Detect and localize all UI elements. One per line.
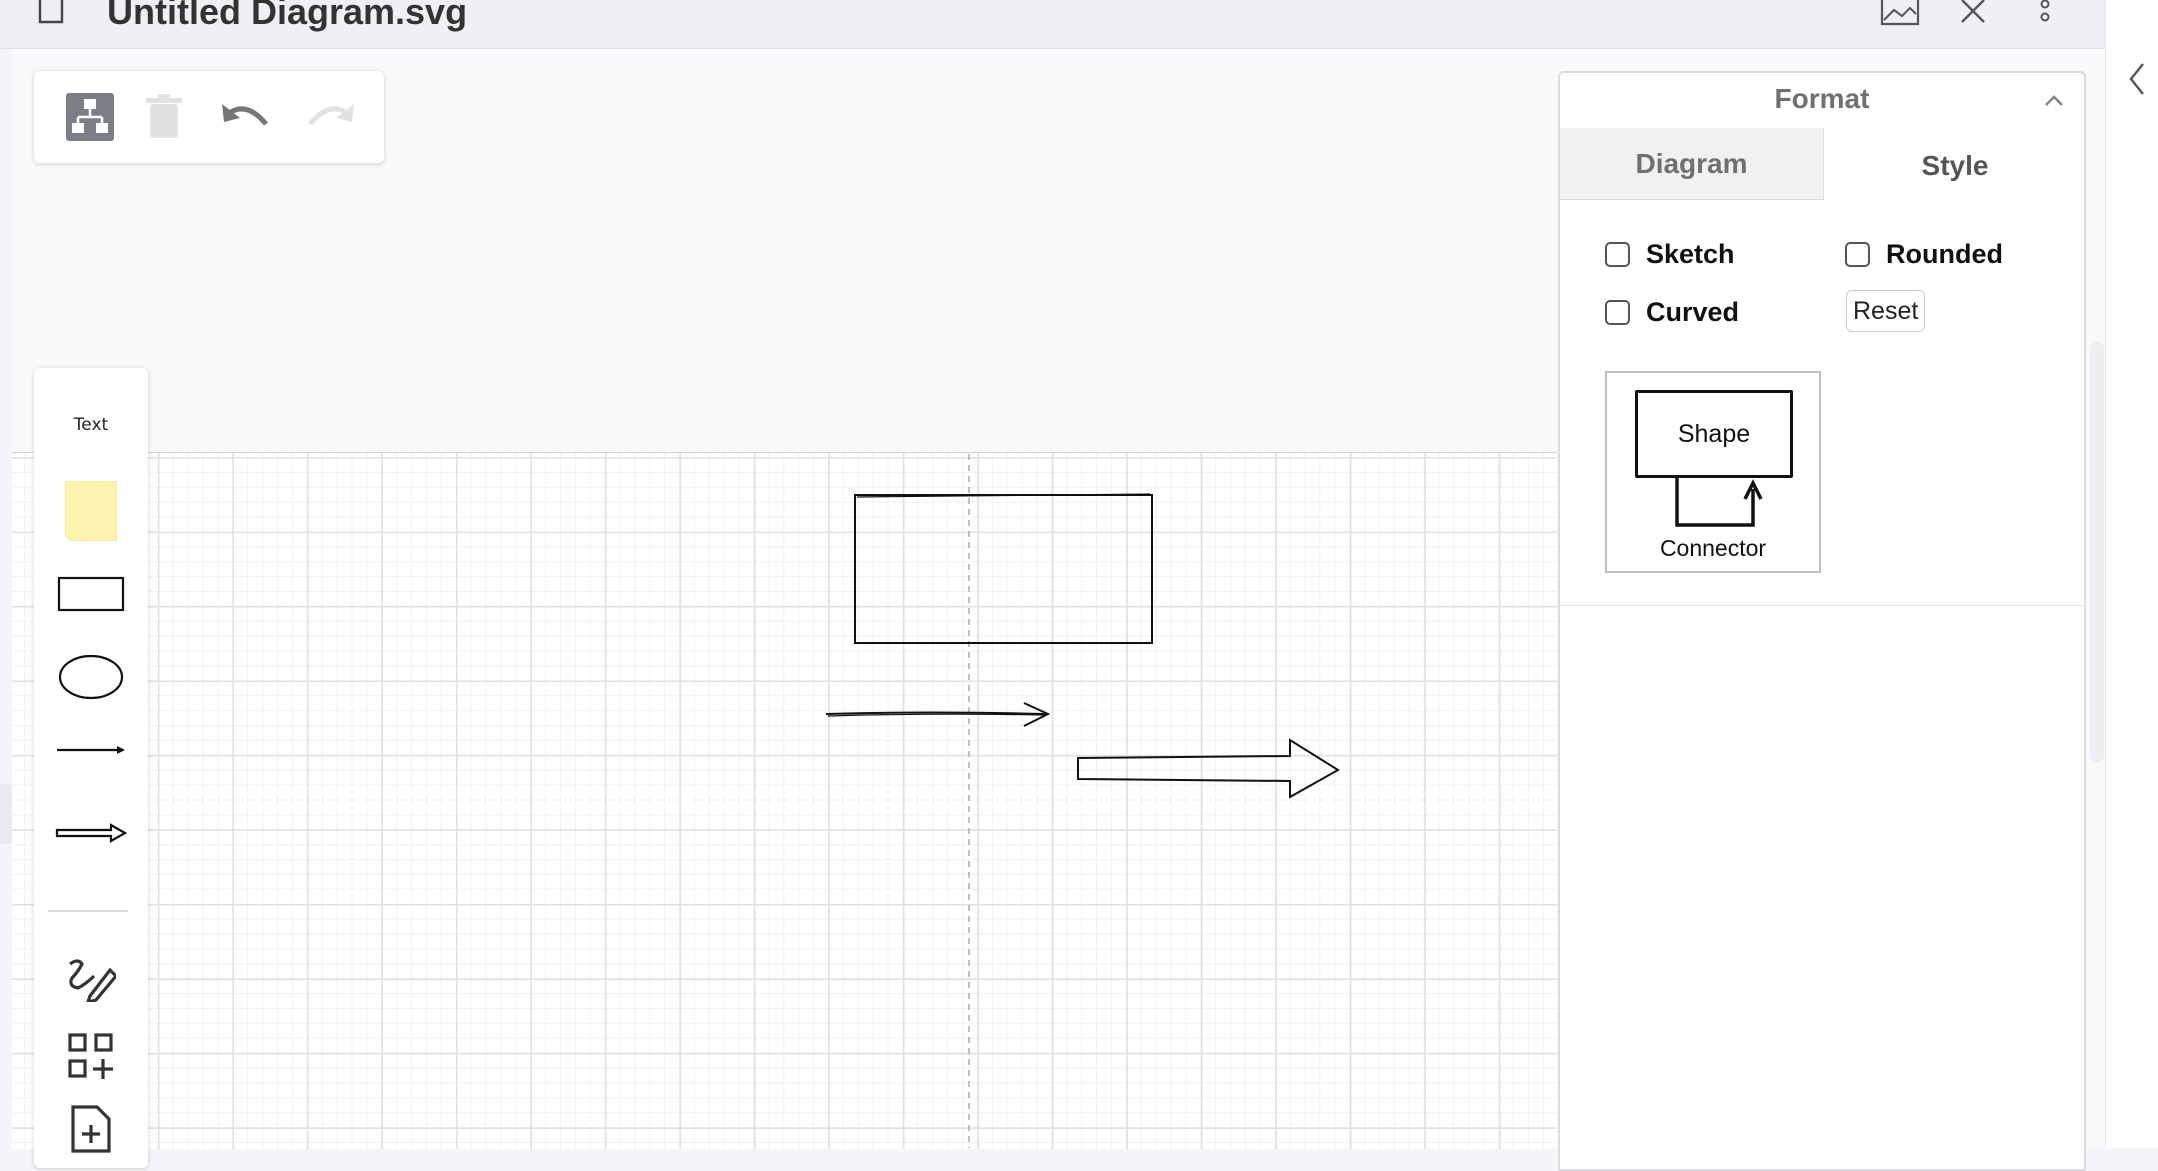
delete-button[interactable] (136, 89, 192, 145)
arrow-tool[interactable] (34, 820, 148, 846)
reset-button[interactable]: Reset (1846, 290, 1926, 332)
redo-icon (308, 104, 354, 126)
delete-icon (146, 94, 182, 138)
text-tool[interactable]: Text (34, 410, 148, 440)
tab-style[interactable]: Style (1824, 128, 2086, 202)
rectangle-tool[interactable] (34, 574, 148, 614)
shape-palette: Text (34, 368, 148, 1168)
insert-page-icon (71, 1105, 111, 1153)
style-preview[interactable]: Shape Connector (1605, 371, 1821, 573)
window-title: Untitled Diagram.svg (107, 0, 468, 32)
note-icon (65, 481, 117, 541)
title-bar: Untitled Diagram.svg (0, 0, 2105, 49)
ellipse-tool[interactable] (34, 652, 148, 702)
preview-connector-label: Connector (1659, 535, 1767, 561)
curved-option[interactable]: Curved (1605, 297, 1739, 328)
format-tabs: Diagram Style (1560, 128, 2084, 202)
tab-diagram[interactable]: Diagram (1560, 128, 1824, 200)
sketch-option[interactable]: Sketch (1605, 239, 1735, 270)
undo-icon (222, 104, 268, 126)
format-panel-title: Format (1774, 83, 1870, 114)
redo-button[interactable] (302, 89, 358, 145)
curved-label: Curved (1646, 297, 1740, 327)
format-panel-button[interactable] (62, 89, 118, 145)
curved-checkbox[interactable] (1605, 300, 1630, 325)
freehand-draw-tool[interactable] (34, 954, 148, 1004)
line-icon (57, 746, 125, 754)
diagram-canvas[interactable] (12, 452, 1557, 1149)
palette-separator (48, 910, 128, 912)
text-tool-label: Text (73, 415, 109, 435)
ellipse-icon (58, 654, 124, 700)
sketch-label: Sketch (1646, 239, 1735, 269)
insert-page-tool[interactable] (34, 1104, 148, 1154)
format-panel-icon (66, 93, 114, 141)
chevron-up-icon[interactable] (2042, 89, 2066, 113)
format-panel: Format Diagram Style Sketch Rounded Curv… (1558, 71, 2086, 1171)
rounded-checkbox[interactable] (1845, 242, 1870, 267)
more-options-icon[interactable] (2032, 0, 2058, 28)
rounded-label: Rounded (1886, 239, 2003, 269)
sketch-checkbox[interactable] (1605, 242, 1630, 267)
more-shapes-tool[interactable] (34, 1032, 148, 1080)
collapse-sidebar-icon[interactable] (2128, 62, 2146, 96)
preview-image-icon[interactable] (1880, 0, 1920, 28)
right-sidebar-strip (2105, 0, 2158, 1148)
top-toolbar (34, 71, 384, 163)
arrow-icon (55, 823, 127, 843)
format-divider (1560, 605, 2084, 606)
rectangle-icon (57, 576, 125, 612)
format-scrollbar[interactable] (2090, 342, 2104, 762)
left-edge-handle (0, 784, 12, 844)
line-tool[interactable] (34, 740, 148, 760)
note-tool[interactable] (34, 480, 148, 542)
document-icon (38, 0, 64, 24)
undo-button[interactable] (218, 89, 274, 145)
close-icon[interactable] (1958, 0, 1988, 28)
more-shapes-icon (68, 1033, 113, 1079)
rounded-option[interactable]: Rounded (1845, 239, 2003, 270)
freehand-draw-icon (69, 959, 116, 1002)
